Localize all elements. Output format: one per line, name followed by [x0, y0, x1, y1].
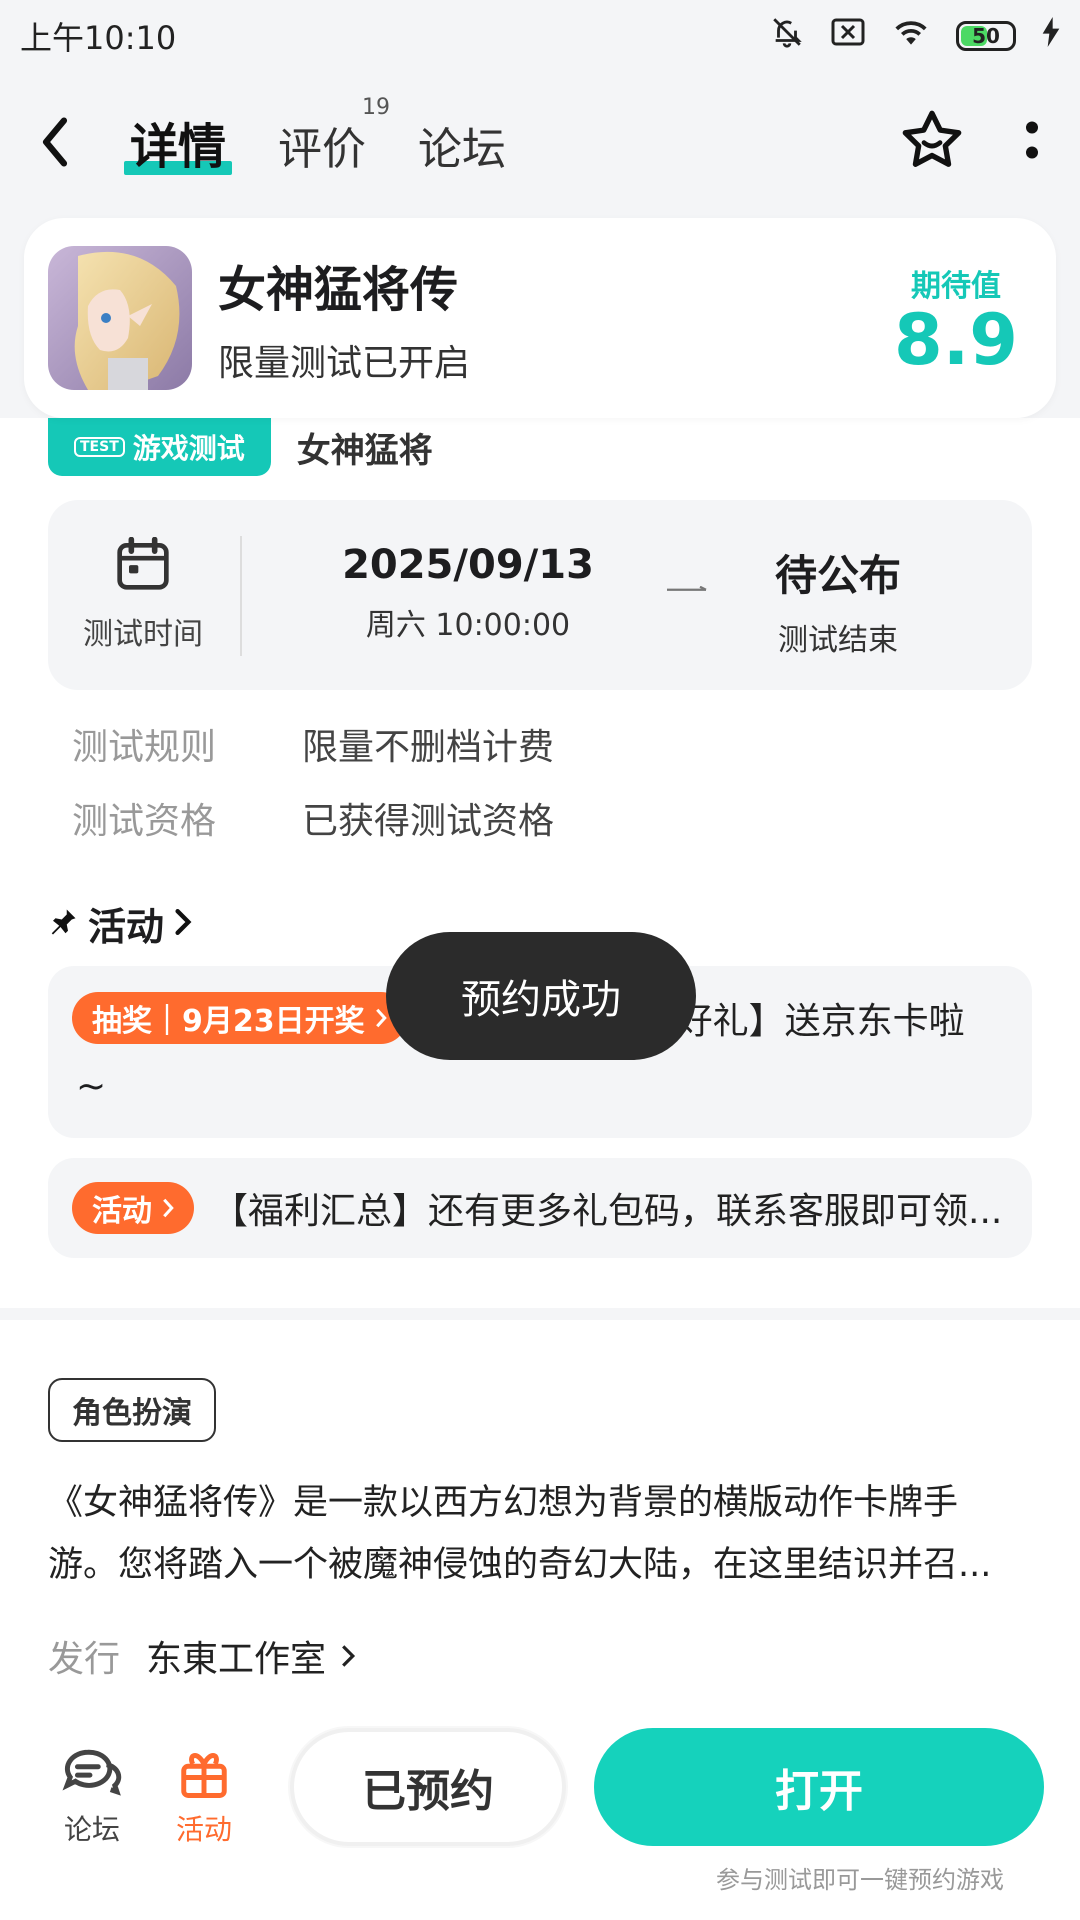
- game-title: 女神猛将传: [218, 262, 459, 318]
- reserved-button[interactable]: 已预约: [290, 1728, 566, 1846]
- activity-pill-label: 活动: [92, 1194, 152, 1229]
- game-intro-panel: 角色扮演 《女神猛将传》是一款以西方幻想为背景的横版动作卡牌手游。您将踏入一个被…: [0, 1320, 1080, 1710]
- activity-card-benefits[interactable]: 活动 【福利汇总】还有更多礼包码，联系客服即可领...: [48, 1158, 1032, 1258]
- publisher-row[interactable]: 发行 东東工作室: [48, 1630, 356, 1682]
- forum-label: 论坛: [63, 1813, 120, 1846]
- battery-indicator: 50: [956, 21, 1016, 51]
- charging-icon: [1042, 17, 1060, 55]
- mute-bell-icon: [770, 15, 804, 57]
- tab-bar: 详情 评价 19 论坛: [124, 95, 506, 177]
- bottom-action-bar: 论坛 活动 已预约 打开 参与测试即可一键预约游戏: [0, 1710, 1080, 1920]
- rule-value: 限量不删档计费: [302, 727, 555, 768]
- test-tag-row: TEST 游戏测试 女神猛将: [48, 418, 433, 476]
- status-icons: 50: [770, 15, 1060, 57]
- test-time-box: 测试时间 2025/09/13 周六 10:00:00 待公布 测试结束: [48, 500, 1032, 690]
- pin-icon: [48, 902, 78, 946]
- wifi-icon: [892, 17, 930, 55]
- test-tag-label: 游戏测试: [132, 432, 245, 465]
- publisher-name: 东東工作室: [146, 1639, 327, 1680]
- test-tag: TEST 游戏测试: [48, 418, 271, 476]
- rule-row: 测试资格 已获得测试资格: [72, 792, 554, 844]
- status-bar: 上午10:10 50: [0, 0, 1080, 72]
- test-time-label: 测试时间: [83, 617, 203, 652]
- tab-forum[interactable]: 论坛: [418, 113, 506, 177]
- game-icon: [48, 246, 192, 390]
- test-tag-name: 女神猛将: [296, 430, 433, 471]
- activities-title: 活动: [88, 905, 165, 949]
- lottery-pill-label: 抽奖｜9月23日开奖: [92, 1004, 365, 1039]
- test-end-value: 待公布: [774, 551, 901, 600]
- calendar-icon: [115, 536, 171, 595]
- arrow-right-icon: [667, 586, 707, 591]
- chevron-left-icon: [42, 117, 68, 167]
- test-rules: 测试规则 限量不删档计费 测试资格 已获得测试资格: [72, 718, 554, 844]
- forum-button[interactable]: 论坛: [60, 1746, 124, 1848]
- chevron-right-icon: [163, 1198, 174, 1218]
- test-info-panel: TEST 游戏测试 女神猛将 测试时间 2025/09/13 周六 10:00:…: [0, 418, 1080, 1308]
- tab-details[interactable]: 详情: [124, 107, 233, 177]
- game-description[interactable]: 《女神猛将传》是一款以西方幻想为背景的横版动作卡牌手游。您将踏入一个被魔神侵蚀的…: [48, 1472, 1018, 1596]
- score-value: 8.9: [893, 299, 1018, 381]
- gift-icon: [181, 1753, 227, 1798]
- reserve-hint: 参与测试即可一键预约游戏: [716, 1866, 1004, 1894]
- activity-button[interactable]: 活动: [176, 1746, 232, 1848]
- favorite-star-icon[interactable]: [900, 109, 964, 175]
- activity-text: 【福利汇总】还有更多礼包码，联系客服即可领...: [212, 1191, 1003, 1232]
- game-header-card: 女神猛将传 限量测试已开启 期待值 8.9: [24, 218, 1056, 418]
- sim-off-icon: [830, 17, 866, 55]
- status-time: 上午10:10: [20, 19, 177, 57]
- game-status: 限量测试已开启: [218, 343, 471, 384]
- open-game-button[interactable]: 打开: [594, 1728, 1044, 1846]
- tab-reviews[interactable]: 评价 19: [278, 95, 390, 177]
- review-count-badge: 19: [362, 95, 391, 120]
- chevron-right-icon: [342, 1645, 356, 1667]
- activity-pill: 活动: [72, 1182, 194, 1234]
- tab-reviews-label: 评价: [278, 124, 367, 175]
- tab-forum-label: 论坛: [418, 124, 507, 175]
- tab-details-label: 详情: [130, 119, 227, 175]
- more-options-icon[interactable]: [1024, 120, 1040, 164]
- expectation-score: 期待值 8.9: [894, 261, 1018, 375]
- publisher-label: 发行: [48, 1639, 121, 1680]
- chevron-right-icon: [375, 1008, 387, 1028]
- battery-level: 50: [972, 24, 1000, 48]
- activities-header[interactable]: 活动: [48, 896, 192, 951]
- activity-text-tail: ~: [76, 1066, 107, 1107]
- chat-bubble-icon: [62, 1749, 122, 1796]
- rule-value: 已获得测试资格: [302, 801, 555, 842]
- test-start-time: 周六 10:00:00: [365, 608, 571, 643]
- top-nav: 详情 评价 19 论坛: [0, 72, 1080, 212]
- genre-tag[interactable]: 角色扮演: [48, 1378, 216, 1442]
- test-end-label: 测试结束: [778, 623, 898, 658]
- lottery-pill: 抽奖｜9月23日开奖: [72, 992, 407, 1044]
- rule-row: 测试规则 限量不删档计费: [72, 718, 554, 770]
- test-start-date: 2025/09/13: [342, 542, 594, 588]
- back-button[interactable]: [40, 102, 110, 182]
- rule-key: 测试规则: [72, 727, 217, 768]
- chevron-right-icon: [174, 902, 192, 946]
- rule-key: 测试资格: [72, 801, 217, 842]
- toast-message: 预约成功: [386, 932, 696, 1060]
- test-tag-icon: TEST: [74, 437, 125, 457]
- activity-label: 活动: [176, 1813, 233, 1846]
